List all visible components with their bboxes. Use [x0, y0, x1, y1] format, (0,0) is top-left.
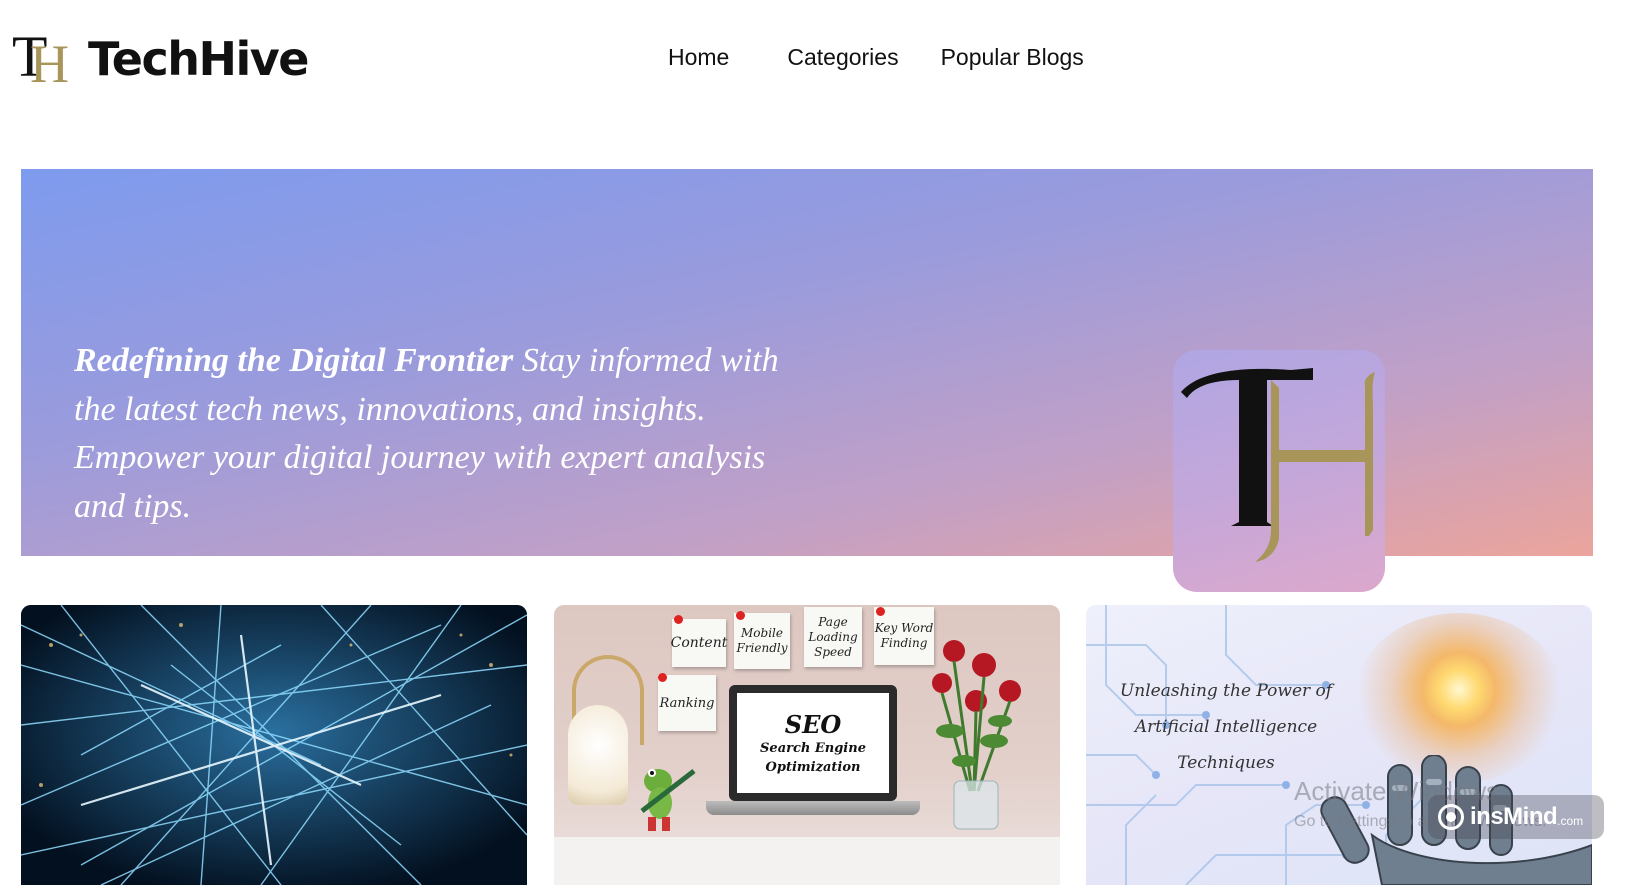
th-monogram-icon: T H [12, 24, 69, 94]
site-header: T H TechHive Home Categories Popular Blo… [0, 0, 1648, 120]
seo-subtitle: Search Engine Optimization [760, 740, 866, 775]
note-page-loading-speed: Page Loading Speed [804, 607, 862, 667]
roses-vase-image [932, 640, 1021, 830]
insmind-logo-icon [1438, 804, 1464, 830]
frog-figurine-image [640, 769, 696, 831]
network-lines-image [21, 605, 527, 885]
seo-title: SEO [784, 709, 842, 739]
nav-popular-blogs[interactable]: Popular Blogs [941, 44, 1084, 71]
blog-card-ai[interactable]: Unleashing the Power of Artificial Intel… [1086, 605, 1592, 885]
insmind-brand: insMind [1470, 803, 1558, 830]
pin-icon [658, 673, 667, 682]
th-large-monogram-icon [1181, 368, 1375, 562]
pin-icon [876, 607, 885, 616]
pin-icon [736, 611, 745, 620]
note-ranking: Ranking [658, 675, 716, 731]
nav-home[interactable]: Home [668, 44, 729, 71]
lamp-image [568, 705, 628, 805]
insmind-watermark: insMind .com [1428, 795, 1604, 839]
svg-text:H: H [30, 34, 69, 94]
hero-logo-tile [1173, 350, 1385, 592]
brand-logo[interactable]: T H TechHive [10, 24, 309, 94]
laptop-screen: SEO Search Engine Optimization [737, 693, 889, 793]
pin-icon [674, 615, 683, 624]
note-mobile-friendly: Mobile Friendly [734, 613, 790, 669]
laptop-image: SEO Search Engine Optimization [729, 685, 897, 801]
hero-headline: Redefining the Digital Frontier [74, 342, 514, 379]
main-nav: Home Categories Popular Blogs [668, 44, 1084, 71]
hero-text: Redefining the Digital Frontier Stay inf… [74, 337, 794, 531]
laptop-base [706, 801, 920, 815]
note-content: Content [671, 619, 727, 667]
blog-card-seo[interactable]: Content Mobile Friendly Page Loading Spe… [554, 605, 1060, 885]
ai-caption-line1: Unleashing the Power of [1119, 681, 1333, 701]
insmind-domain: .com [1557, 814, 1584, 828]
blog-card-network[interactable] [21, 605, 527, 885]
desk-surface [554, 837, 1060, 885]
nav-categories[interactable]: Categories [787, 44, 898, 71]
brand-name: TechHive [88, 32, 309, 86]
